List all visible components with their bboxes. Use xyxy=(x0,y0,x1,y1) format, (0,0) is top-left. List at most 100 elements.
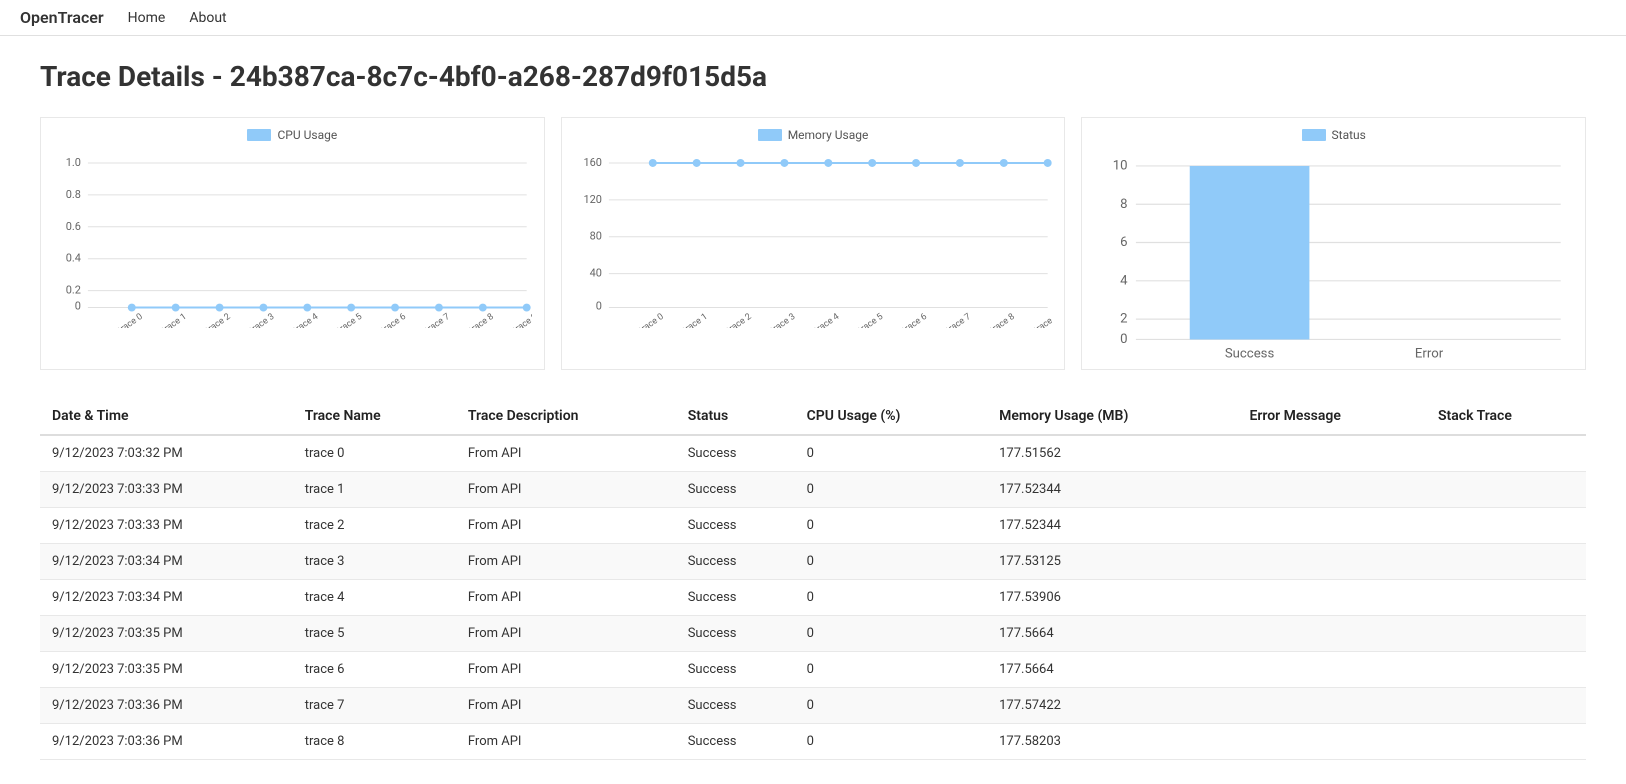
memory-chart-container: Memory Usage 160 120 80 40 0 xyxy=(561,117,1066,370)
svg-text:0.4: 0.4 xyxy=(66,252,81,265)
cpu-chart-svg: 1.0 0.8 0.6 0.4 0.2 0 xyxy=(53,148,532,328)
table-row: 9/12/2023 7:03:33 PMtrace 1From APISucce… xyxy=(40,472,1586,508)
svg-text:trace 1: trace 1 xyxy=(160,312,188,328)
table-cell xyxy=(1237,688,1426,724)
cpu-chart-legend: CPU Usage xyxy=(53,128,532,142)
table-cell: 177.57422 xyxy=(987,688,1237,724)
table-cell: Success xyxy=(676,724,795,760)
cpu-chart-container: CPU Usage 1.0 0.8 0.6 0.4 0.2 0 xyxy=(40,117,545,370)
table-cell: From API xyxy=(456,580,676,616)
table-cell: 177.58203 xyxy=(987,724,1237,760)
svg-text:trace 8: trace 8 xyxy=(988,312,1016,328)
svg-text:trace 9: trace 9 xyxy=(511,312,531,328)
svg-text:trace 5: trace 5 xyxy=(857,312,885,328)
svg-text:Success: Success xyxy=(1225,346,1275,361)
svg-text:trace 9: trace 9 xyxy=(1032,312,1052,328)
table-cell xyxy=(1237,435,1426,472)
table-cell xyxy=(1426,688,1586,724)
nav-link-home[interactable]: Home xyxy=(128,10,166,26)
status-legend-label: Status xyxy=(1332,128,1366,142)
table-header-row: Date & Time Trace Name Trace Description… xyxy=(40,398,1586,435)
table-cell: 9/12/2023 7:03:36 PM xyxy=(40,688,293,724)
col-tracename: Trace Name xyxy=(293,398,456,435)
svg-text:trace 7: trace 7 xyxy=(944,312,972,328)
table-cell xyxy=(1426,724,1586,760)
table-cell: From API xyxy=(456,544,676,580)
svg-text:8: 8 xyxy=(1120,197,1127,212)
table-cell: Success xyxy=(676,652,795,688)
svg-text:trace 6: trace 6 xyxy=(900,312,928,328)
table-cell: Success xyxy=(676,616,795,652)
table-cell xyxy=(1426,544,1586,580)
svg-text:trace 2: trace 2 xyxy=(725,312,753,328)
table-cell: 0 xyxy=(795,724,987,760)
svg-text:160: 160 xyxy=(583,156,601,169)
svg-text:trace 3: trace 3 xyxy=(769,312,797,328)
memory-legend-label: Memory Usage xyxy=(788,128,869,142)
table-cell: Success xyxy=(676,580,795,616)
trace-table: Date & Time Trace Name Trace Description… xyxy=(40,398,1586,760)
table-cell: Success xyxy=(676,435,795,472)
svg-text:1.0: 1.0 xyxy=(66,156,81,169)
table-cell xyxy=(1426,652,1586,688)
svg-text:0.2: 0.2 xyxy=(66,284,81,297)
status-chart-legend: Status xyxy=(1094,128,1573,142)
table-row: 9/12/2023 7:03:36 PMtrace 7From APISucce… xyxy=(40,688,1586,724)
table-cell xyxy=(1237,616,1426,652)
table-cell: 9/12/2023 7:03:35 PM xyxy=(40,652,293,688)
table-cell: 9/12/2023 7:03:32 PM xyxy=(40,435,293,472)
table-cell: trace 4 xyxy=(293,580,456,616)
svg-text:trace 3: trace 3 xyxy=(248,312,276,328)
svg-text:0: 0 xyxy=(75,300,81,313)
memory-chart-legend: Memory Usage xyxy=(574,128,1053,142)
table-cell xyxy=(1237,580,1426,616)
svg-text:trace 6: trace 6 xyxy=(380,312,408,328)
table-cell: 9/12/2023 7:03:34 PM xyxy=(40,580,293,616)
svg-text:trace 5: trace 5 xyxy=(336,312,364,328)
table-cell: 0 xyxy=(795,508,987,544)
svg-text:2: 2 xyxy=(1120,312,1127,327)
table-cell: From API xyxy=(456,435,676,472)
table-cell: 0 xyxy=(795,544,987,580)
table-cell: Success xyxy=(676,544,795,580)
status-chart-svg: 10 8 6 4 2 0 Success Error xyxy=(1094,148,1573,363)
navbar: OpenTracer Home About xyxy=(0,0,1626,36)
svg-text:Error: Error xyxy=(1415,346,1444,361)
col-status: Status xyxy=(676,398,795,435)
memory-legend-color xyxy=(758,129,782,141)
charts-row: CPU Usage 1.0 0.8 0.6 0.4 0.2 0 xyxy=(40,117,1586,370)
table-cell: 0 xyxy=(795,652,987,688)
col-datetime: Date & Time xyxy=(40,398,293,435)
table-cell: trace 1 xyxy=(293,472,456,508)
table-cell: trace 3 xyxy=(293,544,456,580)
table-cell: trace 5 xyxy=(293,616,456,652)
table-cell: 0 xyxy=(795,616,987,652)
col-memory: Memory Usage (MB) xyxy=(987,398,1237,435)
table-cell: From API xyxy=(456,508,676,544)
svg-text:0.8: 0.8 xyxy=(66,188,81,201)
table-row: 9/12/2023 7:03:36 PMtrace 8From APISucce… xyxy=(40,724,1586,760)
table-cell: 9/12/2023 7:03:34 PM xyxy=(40,544,293,580)
table-cell: 0 xyxy=(795,580,987,616)
table-row: 9/12/2023 7:03:35 PMtrace 5From APISucce… xyxy=(40,616,1586,652)
page-content: Trace Details - 24b387ca-8c7c-4bf0-a268-… xyxy=(0,36,1626,784)
table-cell: From API xyxy=(456,688,676,724)
table-cell: 9/12/2023 7:03:35 PM xyxy=(40,616,293,652)
table-cell xyxy=(1426,580,1586,616)
svg-text:6: 6 xyxy=(1120,235,1127,250)
memory-chart-svg: 160 120 80 40 0 xyxy=(574,148,1053,328)
table-row: 9/12/2023 7:03:32 PMtrace 0From APISucce… xyxy=(40,435,1586,472)
table-cell: From API xyxy=(456,724,676,760)
table-cell xyxy=(1237,544,1426,580)
table-cell xyxy=(1237,472,1426,508)
svg-text:trace 8: trace 8 xyxy=(468,312,496,328)
table-cell xyxy=(1426,616,1586,652)
nav-link-about[interactable]: About xyxy=(189,10,226,26)
cpu-legend-label: CPU Usage xyxy=(277,128,337,142)
table-cell: From API xyxy=(456,652,676,688)
svg-text:trace 4: trace 4 xyxy=(292,312,320,328)
table-cell: 9/12/2023 7:03:33 PM xyxy=(40,472,293,508)
svg-text:trace 1: trace 1 xyxy=(681,312,709,328)
table-cell: 177.5664 xyxy=(987,652,1237,688)
status-chart-container: Status 10 8 6 4 2 0 xyxy=(1081,117,1586,370)
